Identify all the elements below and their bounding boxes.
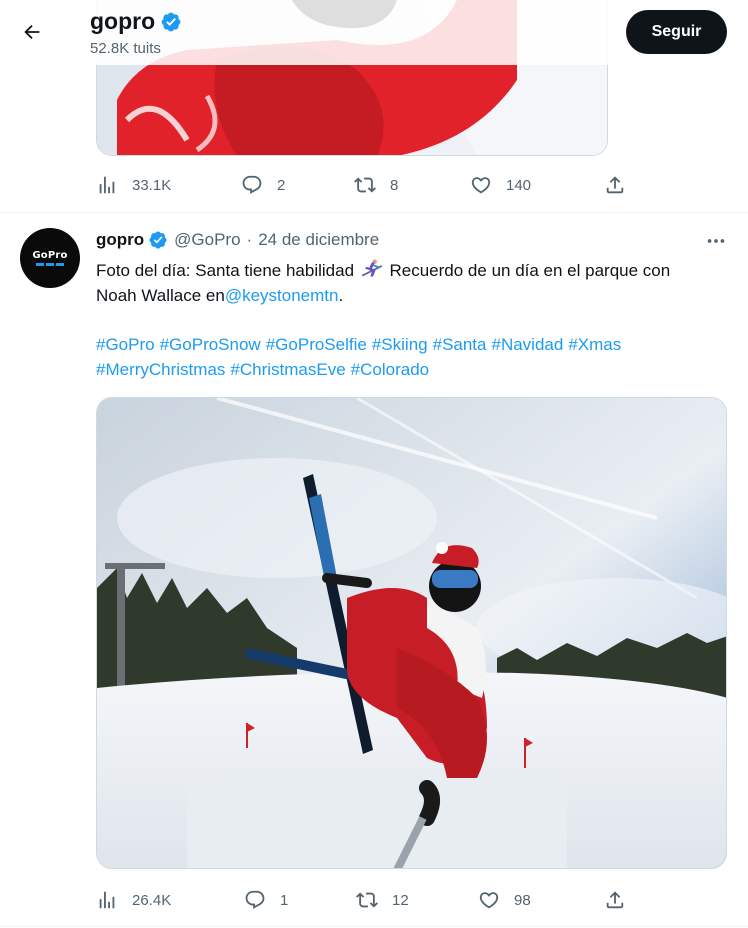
share-upload-icon xyxy=(606,891,624,909)
hashtag-row-1: #GoPro #GoProSnow #GoProSelfie #Skiing #Sant… xyxy=(96,332,736,357)
separator-dot: · xyxy=(246,230,253,249)
hashtag-list: #GoPro #GoProSnow #GoProSelfie #Skiing #Sant… xyxy=(96,332,736,382)
like-button[interactable]: 140 xyxy=(470,168,531,202)
reply-button[interactable]: 2 xyxy=(241,168,285,202)
avatar-logo-text: GoPro xyxy=(32,250,68,261)
share-button[interactable] xyxy=(604,168,626,202)
reply-count: 1 xyxy=(280,891,289,909)
hashtag-link[interactable]: #GoProSelfie xyxy=(266,335,367,354)
avatar[interactable]: GoPro xyxy=(20,228,80,288)
tweet-header: gopro @GoPro · 24 de diciembre xyxy=(96,230,379,250)
hashtag-link[interactable]: #Colorado xyxy=(351,360,429,379)
views-count: 33.1K xyxy=(132,176,172,194)
reply-count: 2 xyxy=(277,176,286,194)
profile-header: gopro 52.8K tuits Seguir xyxy=(0,0,748,65)
hashtag-link[interactable]: #ChristmasEve xyxy=(230,360,345,379)
more-options-button[interactable] xyxy=(700,230,732,252)
tweet-text: Foto del día: Santa tiene habilidad Recu… xyxy=(96,258,736,308)
skier-emoji-icon xyxy=(361,259,382,277)
speech-bubble-icon xyxy=(245,890,265,909)
hashtag-link[interactable]: #Skiing xyxy=(372,335,428,354)
tweet-date[interactable]: 24 de diciembre xyxy=(258,230,379,250)
hashtag-link[interactable]: #GoProSnow xyxy=(160,335,261,354)
hashtag-link[interactable]: #MerryChristmas xyxy=(96,360,225,379)
tweet-count: 52.8K tuits xyxy=(90,40,161,57)
retweet-icon xyxy=(354,177,376,193)
verified-badge-icon xyxy=(161,12,181,31)
tweet-actions: 26.4K 1 12 98 xyxy=(96,883,656,917)
mention-link[interactable]: @keystonemtn xyxy=(225,286,339,305)
header-name: gopro xyxy=(90,8,156,34)
hashtag-row-2: #MerryChristmas #ChristmasEve #Colorado xyxy=(96,357,736,382)
tweet-text-part1: Foto del día: Santa tiene habilidad xyxy=(96,261,355,280)
previous-tweet-actions: 33.1K 2 8 140 xyxy=(96,168,656,202)
speech-bubble-icon xyxy=(242,175,262,194)
retweet-count: 8 xyxy=(390,176,399,194)
like-count: 98 xyxy=(514,891,531,909)
back-button[interactable] xyxy=(14,14,50,50)
avatar-logo-bar xyxy=(35,263,65,266)
retweet-button[interactable]: 8 xyxy=(354,168,398,202)
reply-button[interactable]: 1 xyxy=(244,883,288,917)
header-title: gopro xyxy=(90,8,182,35)
views-count: 26.4K xyxy=(132,891,172,909)
tweet-text-part3: Noah Wallace en xyxy=(96,286,225,305)
like-count: 140 xyxy=(506,176,532,194)
arrow-left-icon xyxy=(24,24,40,40)
hashtag-link[interactable]: #Xmas xyxy=(568,335,621,354)
hashtag-link[interactable]: #Santa xyxy=(433,335,487,354)
tweet-text-end: . xyxy=(338,286,344,305)
views-button[interactable]: 26.4K xyxy=(96,883,171,917)
tweet-author-name[interactable]: gopro xyxy=(96,230,144,250)
share-button[interactable] xyxy=(604,883,626,917)
bar-chart-icon xyxy=(99,891,115,909)
hashtag-link[interactable]: #Navidad xyxy=(492,335,564,354)
tweet-divider xyxy=(0,212,748,213)
views-button[interactable]: 33.1K xyxy=(96,168,171,202)
hashtag-link[interactable]: #GoPro xyxy=(96,335,155,354)
share-upload-icon xyxy=(606,176,624,194)
tweet-author-handle[interactable]: @GoPro xyxy=(174,230,240,250)
tweet-text-part2: Recuerdo de un día en el parque con xyxy=(389,261,671,280)
tweet-photo[interactable] xyxy=(96,397,727,869)
like-button[interactable]: 98 xyxy=(478,883,531,917)
heart-icon xyxy=(479,892,499,909)
retweet-count: 12 xyxy=(392,891,409,909)
verified-badge-icon xyxy=(149,231,167,249)
retweet-icon xyxy=(356,892,378,908)
follow-button[interactable]: Seguir xyxy=(626,10,727,54)
bar-chart-icon xyxy=(99,176,115,194)
tweet-divider xyxy=(0,926,748,927)
more-dots-icon xyxy=(707,239,725,243)
retweet-button[interactable]: 12 xyxy=(356,883,409,917)
heart-icon xyxy=(471,177,491,194)
